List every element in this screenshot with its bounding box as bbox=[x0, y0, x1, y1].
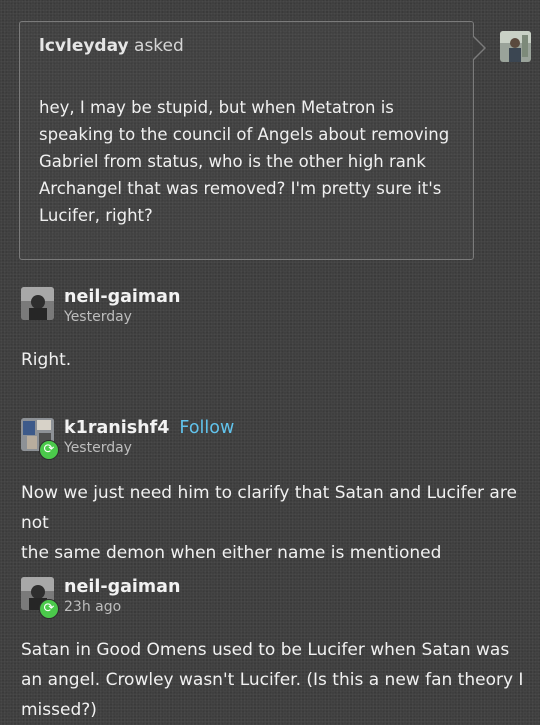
username[interactable]: k1ranishf4 bbox=[64, 418, 169, 438]
post-line: Now we just need him to clarify that Sat… bbox=[21, 483, 517, 533]
ask-line: Gabriel from status, who is the other hi… bbox=[39, 152, 426, 171]
post-body: Now we just need him to clarify that Sat… bbox=[21, 478, 531, 568]
follow-button[interactable]: Follow bbox=[179, 418, 234, 438]
ask-line: Archangel that was removed? I'm pretty s… bbox=[39, 179, 442, 198]
ask-line: speaking to the council of Angels about … bbox=[39, 125, 450, 144]
post-body: Right. bbox=[21, 345, 71, 375]
ask-line: hey, I may be stupid, but when Metatron … bbox=[39, 98, 394, 117]
post-line: Satan in Good Omens used to be Lucifer w… bbox=[21, 640, 510, 660]
ask-tail-inner bbox=[473, 37, 484, 59]
timestamp: 23h ago bbox=[64, 599, 122, 615]
post-line: an angel. Crowley wasn't Lucifer. (Is th… bbox=[21, 670, 524, 690]
reply-post: ⟳ neil-gaiman 23h ago Satan in Good Omen… bbox=[21, 577, 531, 725]
timestamp: Yesterday bbox=[64, 440, 132, 456]
timestamp: Yesterday bbox=[64, 309, 132, 325]
reply-post: neil-gaiman Yesterday Right. bbox=[21, 287, 521, 377]
post-line: Right. bbox=[21, 350, 72, 370]
ask-box: lcvleyday asked hey, I may be stupid, bu… bbox=[19, 21, 474, 260]
ask-verb: asked bbox=[134, 36, 184, 56]
avatar[interactable] bbox=[21, 287, 54, 320]
reblog-icon: ⟳ bbox=[39, 440, 59, 460]
reply-post: ⟳ k1ranishf4 Follow Yesterday Now we just… bbox=[21, 418, 531, 563]
username-row: k1ranishf4 Follow bbox=[64, 418, 234, 438]
ask-line: Lucifer, right? bbox=[39, 206, 153, 225]
username[interactable]: neil-gaiman bbox=[64, 577, 180, 597]
post-line: missed?) bbox=[21, 700, 97, 720]
reblog-icon: ⟳ bbox=[39, 599, 59, 619]
post-body: Satan in Good Omens used to be Lucifer w… bbox=[21, 635, 531, 725]
asker-avatar[interactable] bbox=[500, 31, 531, 62]
ask-header: lcvleyday asked bbox=[39, 36, 184, 56]
asker-name[interactable]: lcvleyday bbox=[39, 36, 129, 56]
post-line: the same demon when either name is menti… bbox=[21, 543, 442, 563]
ask-question: hey, I may be stupid, but when Metatron … bbox=[39, 94, 464, 229]
username[interactable]: neil-gaiman bbox=[64, 287, 180, 307]
